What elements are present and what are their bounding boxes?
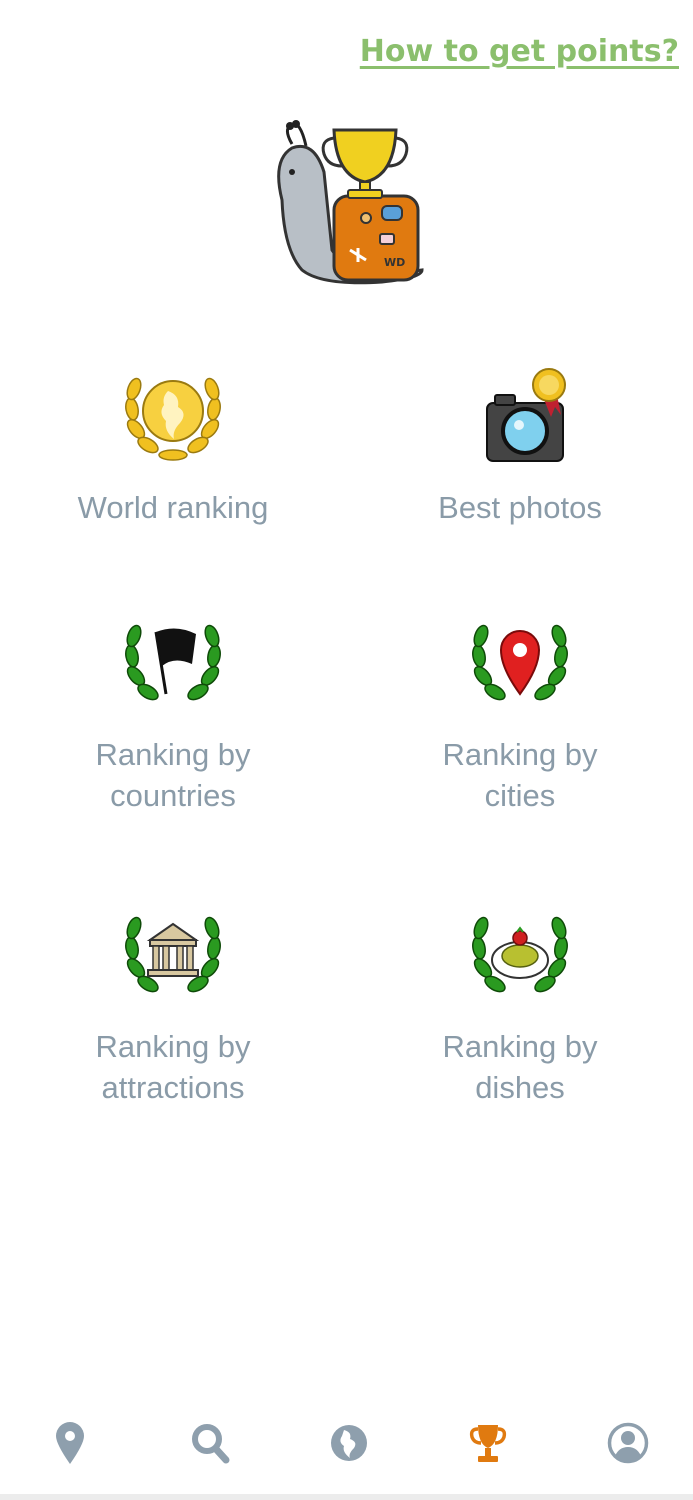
ranking-by-cities-label: Ranking by cities [442,737,598,813]
trophy-icon [469,1425,507,1462]
ranking-by-countries-item[interactable]: Ranking by countries [0,612,346,816]
tab-explore[interactable] [324,1418,374,1468]
search-icon [192,1424,230,1464]
flag-laurel-icon [125,624,221,701]
ranking-by-attractions-label: Ranking by attractions [95,1029,251,1105]
globe-icon [331,1425,367,1461]
best-photos-label: Best photos [438,490,602,525]
dish-laurel-icon [472,916,568,993]
world-ranking-item[interactable]: World ranking [0,365,346,528]
world-ranking-label: World ranking [77,490,269,525]
snail-trophy-mascot-icon: WD [277,120,424,285]
tab-rankings[interactable] [463,1418,513,1468]
map-pin-laurel-icon [472,624,568,701]
camera-medal-icon [486,368,566,462]
location-pin-icon [56,1422,84,1464]
ranking-by-attractions-item[interactable]: Ranking by attractions [0,904,346,1108]
ranking-by-dishes-label: Ranking by dishes [442,1029,598,1105]
tab-search[interactable] [185,1418,235,1468]
ranking-by-dishes-item[interactable]: Ranking by dishes [347,904,693,1108]
profile-icon [607,1422,649,1464]
best-photos-item[interactable]: Best photos [347,365,693,528]
bottom-tab-bar [0,1400,693,1486]
how-to-get-points-link[interactable]: How to get points? [360,34,679,69]
tab-profile[interactable] [603,1418,653,1468]
tab-map[interactable] [45,1418,95,1468]
globe-laurel-icon [125,377,221,461]
temple-laurel-icon [125,916,221,993]
ranking-by-countries-label: Ranking by countries [95,737,251,813]
home-indicator-strip [0,1494,693,1500]
svg-text:WD: WD [384,256,405,269]
ranking-by-cities-item[interactable]: Ranking by cities [347,612,693,816]
